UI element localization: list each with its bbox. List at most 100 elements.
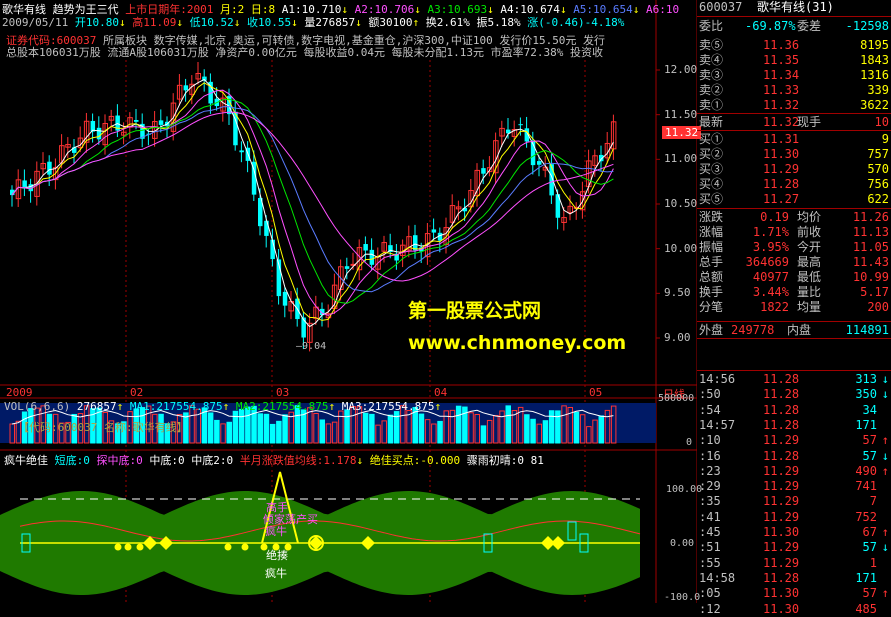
tick-row: :23 11.29 490 ↑ <box>697 464 891 479</box>
vol-axis-top: 500000 <box>658 393 695 404</box>
volume-bar <box>418 413 425 444</box>
ratio-value: -69.87% <box>745 19 796 33</box>
stat-value-2: 10.99 <box>852 270 889 284</box>
tick-row: :51 11.29 57 ↓ <box>697 540 891 555</box>
stat-label-2: 最低 <box>797 270 822 284</box>
ind-title: 疯牛绝佳 <box>4 454 48 467</box>
hand-value: 10 <box>874 115 889 129</box>
tick-price: 11.29 <box>763 479 800 494</box>
chart-canvas[interactable] <box>0 0 697 603</box>
price-axis-label: 10.50 <box>664 197 698 210</box>
outer-value: 249778 <box>731 323 775 337</box>
stat-row: 振幅 3.95% 今开 11.05 <box>697 240 891 255</box>
tick-row: 14:57 11.28 171 <box>697 418 891 433</box>
bid-price: 11.30 <box>763 147 800 161</box>
vol-ma1: MA1:217554.875 <box>129 400 223 413</box>
stat-row: 换手 3.44% 量比 5.17 <box>697 285 891 300</box>
candle-body <box>413 235 418 251</box>
ratio-label: 委比 <box>699 19 724 33</box>
tick-time: :12 <box>699 601 721 616</box>
candle-body <box>301 317 306 338</box>
tick-price: 11.30 <box>763 586 800 601</box>
ask-label: 卖① <box>699 98 724 112</box>
tick-volume: 57 <box>862 586 877 601</box>
watermark-title: 第一股票公式网 <box>408 300 542 322</box>
tick-price: 11.28 <box>763 372 800 386</box>
stat-label: 分笔 <box>699 300 724 314</box>
ind-item-5: 绝佳买点:-0.000 <box>369 454 461 467</box>
ind-item-2: 中底:0 <box>149 454 185 467</box>
annotation-bull-1: 疯牛 <box>265 525 287 538</box>
time-axis-label: 04 <box>434 386 448 399</box>
tick-row: :35 11.29 7 <box>697 494 891 509</box>
last-label: 最新 <box>699 115 724 129</box>
price-axis-label: 9.00 <box>664 331 691 344</box>
tick-price: 11.30 <box>763 525 800 539</box>
tick-time: :51 <box>699 540 721 555</box>
vol-ma2: MA2:217554.875 <box>235 400 329 413</box>
candle-body <box>134 119 139 122</box>
stat-row: 总额 40977 最低 10.99 <box>697 270 891 285</box>
tick-price: 11.28 <box>763 402 800 417</box>
candle-body <box>369 249 375 265</box>
info-line-2: 总股本106031万股 流通A股106031万股 净资产0.00亿元 每股收益0… <box>6 46 604 59</box>
stat-label-2: 均量 <box>797 300 822 314</box>
bid-row: 买③ 11.29 570 <box>697 162 891 177</box>
bid-volume: 757 <box>867 147 889 161</box>
tick-volume: 1 <box>869 555 877 570</box>
tick-time: :29 <box>699 479 721 494</box>
volume-bar <box>369 413 375 444</box>
ask-label: 卖③ <box>699 68 724 82</box>
tick-arrow-icon: ↑ <box>881 586 889 601</box>
bar-change: 涨(-0.46)-4.18% <box>527 16 625 29</box>
candle-body <box>264 220 269 236</box>
signal-dot <box>114 543 122 551</box>
candle-body <box>344 266 350 269</box>
ask-row: 卖① 11.32 3622 <box>697 98 891 113</box>
ask-row: 卖② 11.33 339 <box>697 83 891 98</box>
bid-label: 买① <box>699 132 724 146</box>
volume-header: VOL(6,6,6) 276857↑ MA1:217554.875↑ MA2:2… <box>4 400 442 413</box>
ind-item-6: 骤雨初晴:0 81 <box>466 454 544 467</box>
stat-label: 换手 <box>699 285 724 299</box>
bid-row: 买② 11.30 757 <box>697 147 891 162</box>
ask-volume: 339 <box>867 83 889 97</box>
bid-price: 11.27 <box>763 192 800 206</box>
stat-label: 总额 <box>699 270 724 284</box>
stat-row: 涨跌 0.19 均价 11.26 <box>697 210 891 225</box>
bar-volume: 量276857 <box>304 16 356 29</box>
volume-bar <box>201 407 208 444</box>
tick-price: 11.29 <box>763 509 800 524</box>
stat-value-2: 11.26 <box>852 210 889 224</box>
tick-arrow-icon: ↓ <box>881 540 889 555</box>
tick-time: 14:58 <box>699 570 736 585</box>
tick-time: :35 <box>699 494 721 509</box>
ask-label: 卖② <box>699 83 724 97</box>
time-axis-label: 02 <box>130 386 144 399</box>
bid-label: 买② <box>699 147 724 161</box>
bid-label: 买⑤ <box>699 192 724 206</box>
volume-bar <box>480 425 487 444</box>
tick-time: :55 <box>699 555 721 570</box>
tick-row: :50 11.28 350 ↓ <box>697 387 891 402</box>
volume-bar <box>282 414 288 444</box>
bid-volume: 756 <box>867 177 889 191</box>
tick-arrow-icon: ↑ <box>881 433 889 448</box>
stat-label: 振幅 <box>699 240 724 254</box>
tick-time: 14:56 <box>699 372 736 386</box>
tick-time: :16 <box>699 448 721 463</box>
bid-row: 买① 11.31 9 <box>697 132 891 147</box>
bid-volume: 570 <box>867 162 889 176</box>
tick-price: 11.28 <box>763 417 800 432</box>
stat-value-2: 11.43 <box>852 255 889 269</box>
tick-time: 14:57 <box>699 417 736 432</box>
candle-body <box>481 168 486 174</box>
last-price-row: 最新 11.32 现手 10 <box>697 115 891 130</box>
moving-average-line <box>11 111 614 282</box>
bid-price: 11.28 <box>763 177 800 191</box>
stat-value: 3.44% <box>752 285 789 299</box>
bid-label: 买④ <box>699 177 724 191</box>
chart-header-line2: 2009/05/11 开10.80↓ 高11.09↓ 低10.52↓ 收10.5… <box>2 16 625 29</box>
bar-date: 2009/05/11 <box>2 16 69 29</box>
stat-label-2: 前收 <box>797 225 822 239</box>
